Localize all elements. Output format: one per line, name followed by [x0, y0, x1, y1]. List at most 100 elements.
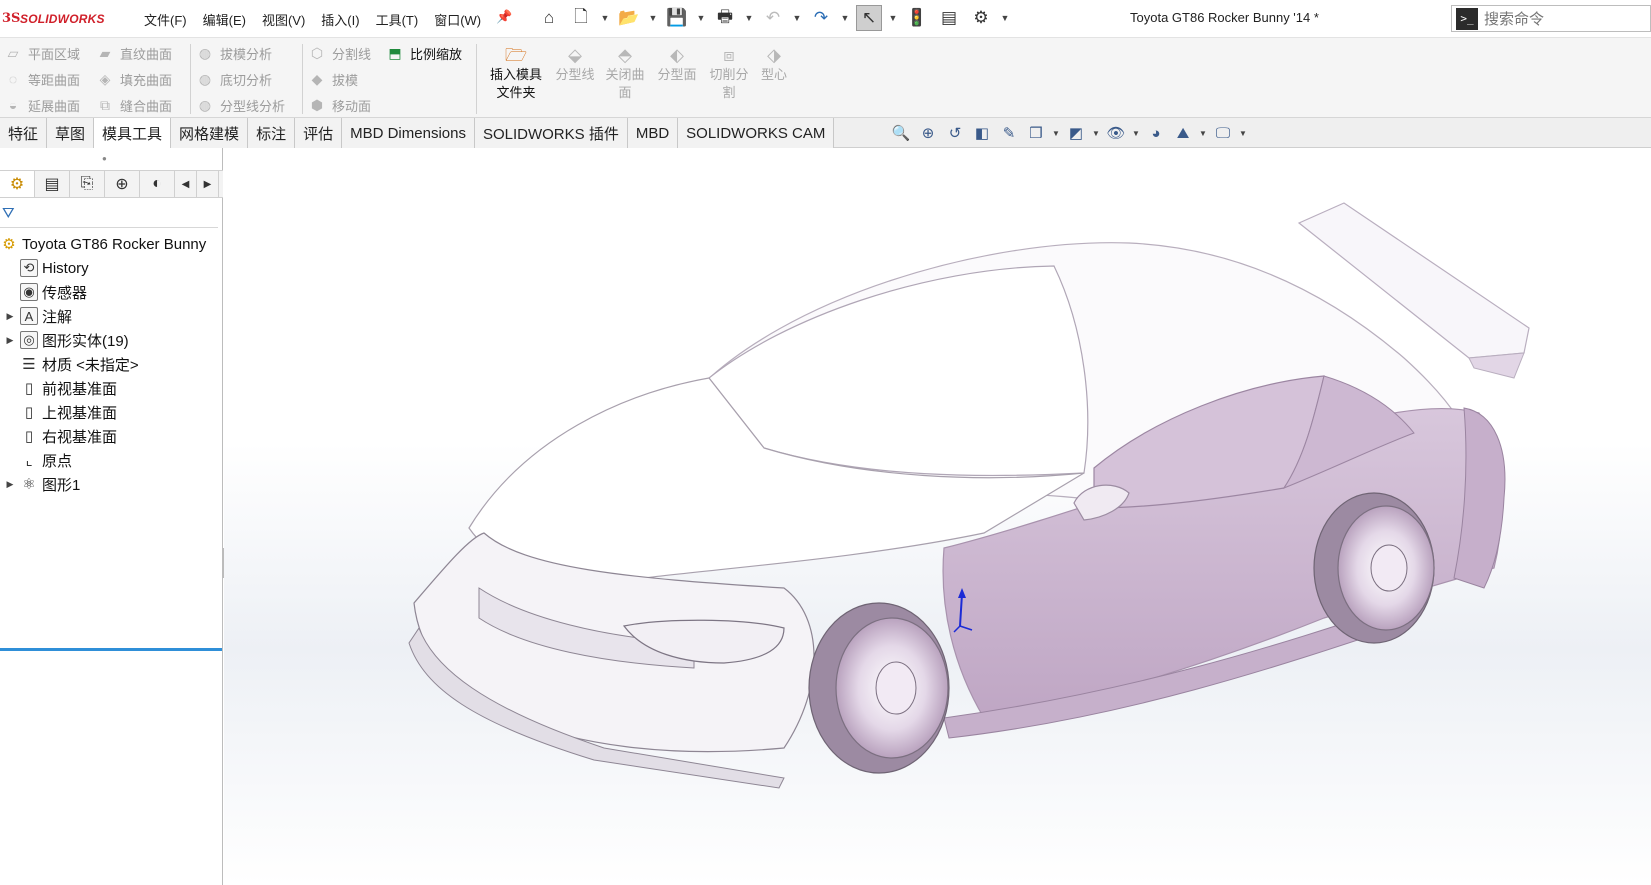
- expand-arrow-icon[interactable]: ▶: [0, 335, 20, 346]
- display-style-dropdown[interactable]: ▼: [1092, 122, 1100, 144]
- menu-window[interactable]: 窗口(W): [426, 10, 489, 29]
- tree-item-sensors[interactable]: ◉ 传感器: [0, 280, 222, 304]
- tab-mesh-modeling[interactable]: 网格建模: [171, 118, 249, 148]
- section-view-icon[interactable]: ◧: [971, 122, 993, 144]
- view-orientation-dropdown[interactable]: ▼: [1052, 122, 1060, 144]
- tab-evaluate[interactable]: 评估: [295, 118, 343, 148]
- save-icon[interactable]: 💾: [664, 5, 690, 31]
- tab-markup[interactable]: 标注: [248, 118, 296, 148]
- tree-item-graphics-bodies[interactable]: ▶ ◎ 图形实体(19): [0, 328, 222, 352]
- extend-surface-button[interactable]: ◒ 延展曲面: [4, 92, 80, 118]
- save-dropdown-arrow[interactable]: ▼: [696, 5, 706, 31]
- tab-solidworks-cam[interactable]: SOLIDWORKS CAM: [678, 118, 835, 148]
- dimxpert-manager-tab[interactable]: ⊕: [105, 171, 140, 197]
- property-manager-tab[interactable]: ▤: [35, 171, 70, 197]
- graphics-area[interactable]: [224, 148, 1651, 885]
- parting-surface-button[interactable]: ⬖ 分型面: [654, 44, 700, 84]
- parting-line-button[interactable]: ⬙ 分型线: [552, 44, 598, 84]
- solidworks-logo[interactable]: 3S SOLIDWORKS: [2, 8, 105, 30]
- car-model-render[interactable]: [224, 148, 1651, 885]
- edit-appearance-icon[interactable]: ◕: [1145, 122, 1167, 144]
- knit-surface-button[interactable]: ⧉ 缝合曲面: [96, 92, 172, 118]
- new-document-icon[interactable]: 🗋: [568, 5, 594, 31]
- tree-filter-row[interactable]: ⛛: [0, 200, 218, 228]
- pin-menu-icon[interactable]: 📌: [496, 9, 512, 25]
- shut-off-surface-button[interactable]: ⬘ 关闭曲 面: [602, 44, 648, 102]
- tree-item-annotations[interactable]: ▶ A 注解: [0, 304, 222, 328]
- options-gear-icon[interactable]: ⚙: [968, 5, 994, 31]
- insert-mold-folder-button[interactable]: 🗁 插入模具 文件夹: [484, 44, 548, 102]
- tree-item-top-plane[interactable]: ▯ 上视基准面: [0, 400, 222, 424]
- tooling-split-button[interactable]: ⧈ 切削分 割: [706, 44, 752, 102]
- menu-edit[interactable]: 编辑(E): [195, 10, 254, 29]
- redo-dropdown-arrow[interactable]: ▼: [840, 5, 850, 31]
- apply-scene-dropdown[interactable]: ▼: [1199, 122, 1207, 144]
- select-dropdown-arrow[interactable]: ▼: [888, 5, 898, 31]
- home-icon[interactable]: ⌂: [536, 5, 562, 31]
- tree-item-origin[interactable]: ⌞ 原点: [0, 448, 222, 472]
- tab-mbd-dimensions[interactable]: MBD Dimensions: [342, 118, 475, 148]
- offset-surface-button[interactable]: ◌ 等距曲面: [4, 66, 80, 92]
- print-dropdown-arrow[interactable]: ▼: [744, 5, 754, 31]
- draft-button[interactable]: ◆ 拔模: [308, 66, 371, 92]
- tabs-scroll-right[interactable]: ▶: [197, 171, 219, 197]
- scale-button[interactable]: ⬒ 比例缩放: [386, 40, 462, 66]
- planar-surface-button[interactable]: ▱ 平面区域: [4, 40, 80, 66]
- options-dropdown-arrow[interactable]: ▼: [1000, 5, 1010, 31]
- tab-mbd[interactable]: MBD: [627, 118, 679, 148]
- tab-mold-tools[interactable]: 模具工具: [94, 118, 172, 148]
- tree-item-history[interactable]: ⟲ History: [0, 256, 222, 280]
- hide-show-items-icon[interactable]: 👁: [1105, 122, 1127, 144]
- search-input[interactable]: [1484, 9, 1644, 28]
- redo-icon[interactable]: ↷: [808, 5, 834, 31]
- select-pointer-icon[interactable]: ↖: [856, 5, 882, 31]
- zoom-to-fit-icon[interactable]: 🔍: [890, 122, 912, 144]
- previous-view-icon[interactable]: ↺: [944, 122, 966, 144]
- panel-grip-handle[interactable]: ●: [102, 154, 107, 163]
- file-properties-icon[interactable]: ▤: [936, 5, 962, 31]
- tabs-scroll-left[interactable]: ◀: [175, 171, 197, 197]
- new-dropdown-arrow[interactable]: ▼: [600, 5, 610, 31]
- expand-arrow-icon[interactable]: ▶: [0, 479, 20, 490]
- split-line-button[interactable]: ⬡ 分割线: [308, 40, 371, 66]
- ruled-surface-button[interactable]: ▰ 直纹曲面: [96, 40, 172, 66]
- undo-dropdown-arrow[interactable]: ▼: [792, 5, 802, 31]
- search-commands-box[interactable]: >_: [1451, 5, 1651, 32]
- configuration-manager-tab[interactable]: ⎘: [70, 171, 105, 197]
- tab-features[interactable]: 特征: [0, 118, 48, 148]
- menu-view[interactable]: 视图(V): [254, 10, 313, 29]
- filter-icon[interactable]: ⛛: [2, 205, 15, 222]
- zoom-to-area-icon[interactable]: ⊕: [917, 122, 939, 144]
- menu-insert[interactable]: 插入(I): [313, 10, 367, 29]
- tree-item-front-plane[interactable]: ▯ 前视基准面: [0, 376, 222, 400]
- dynamic-annotation-icon[interactable]: ✎: [998, 122, 1020, 144]
- tree-item-graphics1[interactable]: ▶ ⚛ 图形1: [0, 472, 222, 496]
- view-settings-icon[interactable]: 🖵: [1212, 122, 1234, 144]
- menu-tools[interactable]: 工具(T): [368, 10, 427, 29]
- view-settings-dropdown[interactable]: ▼: [1239, 122, 1247, 144]
- move-face-button[interactable]: ⬢ 移动面: [308, 92, 371, 118]
- apply-scene-icon[interactable]: ⛰: [1172, 122, 1194, 144]
- core-button[interactable]: ⬗ 型心: [756, 44, 792, 84]
- undercut-analysis-button[interactable]: ◍ 底切分析: [196, 66, 285, 92]
- tab-sketch[interactable]: 草图: [47, 118, 95, 148]
- filled-surface-button[interactable]: ◈ 填充曲面: [96, 66, 172, 92]
- display-manager-tab[interactable]: ◐: [140, 171, 175, 197]
- draft-analysis-button[interactable]: ◍ 拔模分析: [196, 40, 285, 66]
- hide-show-dropdown[interactable]: ▼: [1132, 122, 1140, 144]
- tree-item-right-plane[interactable]: ▯ 右视基准面: [0, 424, 222, 448]
- rebuild-traffic-light-icon[interactable]: 🚦: [904, 5, 930, 31]
- tree-item-material[interactable]: ☰ 材质 <未指定>: [0, 352, 222, 376]
- tab-solidworks-addins[interactable]: SOLIDWORKS 插件: [474, 118, 628, 148]
- display-style-icon[interactable]: ◩: [1065, 122, 1087, 144]
- expand-arrow-icon[interactable]: ▶: [0, 311, 20, 322]
- open-dropdown-arrow[interactable]: ▼: [648, 5, 658, 31]
- view-orientation-icon[interactable]: ❒: [1025, 122, 1047, 144]
- print-icon[interactable]: 🖶: [712, 5, 738, 31]
- parting-line-analysis-button[interactable]: ◍ 分型线分析: [196, 92, 285, 118]
- menu-file[interactable]: 文件(F): [136, 10, 195, 29]
- open-folder-icon[interactable]: 📂: [616, 5, 642, 31]
- undo-icon[interactable]: ↶: [760, 5, 786, 31]
- feature-manager-tab[interactable]: ⚙: [0, 171, 35, 197]
- rollback-bar[interactable]: [0, 648, 222, 651]
